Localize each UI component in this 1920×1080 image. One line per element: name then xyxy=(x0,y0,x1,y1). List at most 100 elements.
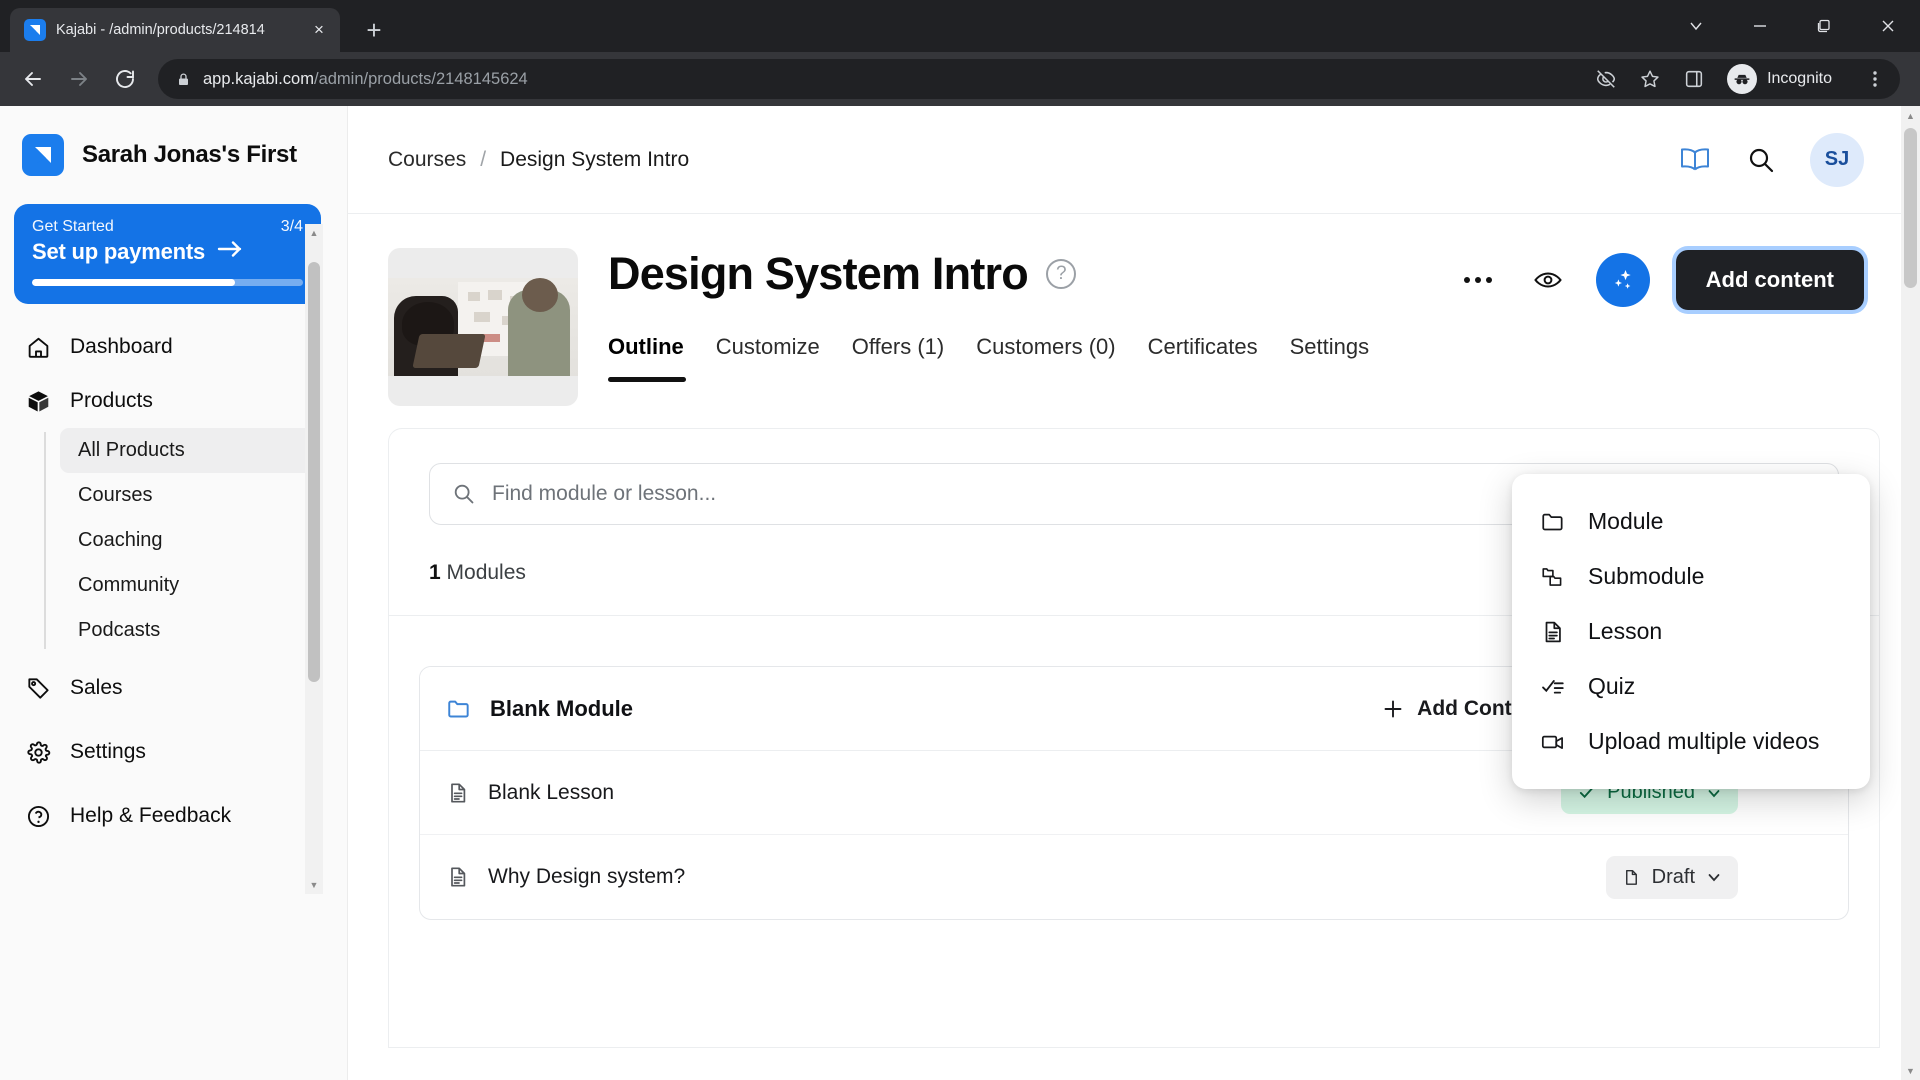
sidebar-item-podcasts[interactable]: Podcasts xyxy=(60,608,321,653)
sidebar-item-sales[interactable]: Sales xyxy=(0,661,347,715)
folder-icon xyxy=(1540,509,1566,535)
window-controls xyxy=(1664,0,1920,52)
sidebar-item-courses[interactable]: Courses xyxy=(60,473,321,518)
brand[interactable]: Sarah Jonas's First xyxy=(0,106,347,198)
sidebar-item-coaching[interactable]: Coaching xyxy=(60,518,321,563)
sidebar-item-settings[interactable]: Settings xyxy=(0,725,347,779)
sidebar-item-help-feedback[interactable]: Help & Feedback xyxy=(0,789,347,843)
lock-icon xyxy=(176,72,191,87)
url-text: app.kajabi.com/admin/products/2148145624 xyxy=(203,70,1577,89)
tab-outline[interactable]: Outline xyxy=(608,334,686,382)
course-thumbnail xyxy=(388,248,578,406)
sparkles-icon[interactable] xyxy=(1595,253,1650,307)
document-icon xyxy=(1540,619,1566,645)
home-icon xyxy=(24,333,52,361)
checklist-icon xyxy=(1540,674,1566,700)
main-content: Courses / Design System Intro SJ Design … xyxy=(348,106,1920,1080)
menu-item-upload-multiple-videos[interactable]: Upload multiple videos xyxy=(1512,714,1870,769)
sidebar-item-all-products[interactable]: All Products xyxy=(60,428,321,473)
menu-item-label: Upload multiple videos xyxy=(1588,728,1820,754)
incognito-profile-button[interactable]: Incognito xyxy=(1721,59,1848,99)
folder-icon xyxy=(446,696,472,722)
bookmark-star-icon[interactable] xyxy=(1633,62,1667,96)
scrollbar-thumb[interactable] xyxy=(308,262,320,682)
browser-tab[interactable]: Kajabi - /admin/products/214814 × xyxy=(10,8,340,52)
kajabi-logo-icon xyxy=(24,19,46,41)
reload-icon[interactable] xyxy=(104,58,146,100)
browser-window: Kajabi - /admin/products/214814 × + app.… xyxy=(0,0,1920,1080)
tab-strip: Kajabi - /admin/products/214814 × + xyxy=(0,0,1920,52)
search-placeholder: Find module or lesson... xyxy=(492,482,717,505)
sidebar-scrollbar[interactable]: ▲ ▼ xyxy=(305,224,323,894)
breadcrumb-parent[interactable]: Courses xyxy=(388,148,466,172)
close-window-icon[interactable] xyxy=(1856,0,1920,52)
sidebar-item-products[interactable]: Products xyxy=(0,374,347,428)
tag-icon xyxy=(24,674,52,702)
menu-item-submodule[interactable]: Submodule xyxy=(1512,549,1870,604)
ellipsis-icon[interactable] xyxy=(1456,258,1500,302)
scrollbar-thumb[interactable] xyxy=(1904,128,1917,288)
scroll-down-icon[interactable]: ▼ xyxy=(305,876,323,894)
product-title-text: Design System Intro xyxy=(608,248,1029,299)
browser-menu-icon[interactable] xyxy=(1858,62,1892,96)
chevron-down-icon[interactable] xyxy=(1664,0,1728,52)
close-icon[interactable]: × xyxy=(308,19,330,41)
forward-icon[interactable] xyxy=(58,58,100,100)
topbar-actions: SJ xyxy=(1678,132,1864,187)
product-header: Design System Intro ? Outline Customize … xyxy=(348,214,1920,406)
module-name: Blank Module xyxy=(490,695,634,721)
search-icon[interactable] xyxy=(1746,145,1776,175)
side-panel-icon[interactable] xyxy=(1677,62,1711,96)
tab-offers[interactable]: Offers (1) xyxy=(852,334,945,382)
hide-icon[interactable] xyxy=(1589,62,1623,96)
omnibox-actions: Incognito xyxy=(1589,59,1892,99)
box-icon xyxy=(24,387,52,415)
eye-icon[interactable] xyxy=(1526,258,1570,302)
lesson-name: Why Design system? xyxy=(488,865,686,888)
status-badge[interactable]: Draft xyxy=(1605,855,1738,899)
gear-icon xyxy=(24,738,52,766)
question-mark-icon[interactable]: ? xyxy=(1045,259,1076,289)
tab-certificates[interactable]: Certificates xyxy=(1148,334,1258,382)
scroll-up-icon[interactable]: ▲ xyxy=(305,224,323,242)
get-started-progress-text: 3/4 xyxy=(280,218,303,235)
question-circle-icon xyxy=(24,802,52,830)
scroll-down-icon[interactable]: ▼ xyxy=(1901,1061,1920,1080)
tab-customers[interactable]: Customers (0) xyxy=(976,334,1115,382)
new-tab-button[interactable]: + xyxy=(354,10,394,50)
tab-customize[interactable]: Customize xyxy=(716,334,820,382)
maximize-icon[interactable] xyxy=(1792,0,1856,52)
book-icon[interactable] xyxy=(1678,145,1712,175)
sidebar-item-community[interactable]: Community xyxy=(60,563,321,608)
document-icon xyxy=(446,781,470,805)
address-bar[interactable]: app.kajabi.com/admin/products/2148145624… xyxy=(158,59,1900,99)
sidebar: Sarah Jonas's First Get Started 3/4 Set … xyxy=(0,106,348,1080)
menu-item-quiz[interactable]: Quiz xyxy=(1512,659,1870,714)
add-content-button[interactable]: Add content xyxy=(1675,250,1864,310)
back-icon[interactable] xyxy=(12,58,54,100)
sidebar-item-dashboard[interactable]: Dashboard xyxy=(0,320,347,374)
page-scrollbar[interactable]: ▲ ▼ xyxy=(1901,106,1920,1080)
avatar[interactable]: SJ xyxy=(1810,132,1864,187)
tab-settings[interactable]: Settings xyxy=(1290,334,1370,382)
document-icon xyxy=(446,865,470,889)
url-domain: app.kajabi.com xyxy=(203,69,314,88)
sidebar-item-label: Sales xyxy=(70,676,123,699)
sidebar-item-label: Help & Feedback xyxy=(70,804,232,827)
product-tabs: Outline Customize Offers (1) Customers (… xyxy=(608,334,1880,382)
menu-item-label: Module xyxy=(1588,508,1664,534)
add-content-menu: Module Submodule Lesson Quiz Upload mult… xyxy=(1512,474,1870,789)
get-started-card[interactable]: Get Started 3/4 Set up payments xyxy=(14,204,321,304)
arrow-right-icon xyxy=(217,239,243,265)
draft-document-icon xyxy=(1622,868,1641,887)
product-header-actions: Add content xyxy=(1456,250,1864,310)
menu-item-module[interactable]: Module xyxy=(1512,494,1870,549)
menu-item-lesson[interactable]: Lesson xyxy=(1512,604,1870,659)
menu-item-label: Submodule xyxy=(1588,563,1705,589)
scroll-up-icon[interactable]: ▲ xyxy=(1901,106,1920,125)
sidebar-nav: Dashboard Products All Products Courses … xyxy=(0,314,347,843)
menu-item-label: Quiz xyxy=(1588,673,1636,699)
table-row[interactable]: Why Design system? Draft xyxy=(420,835,1848,919)
breadcrumb: Courses / Design System Intro xyxy=(388,148,689,172)
minimize-icon[interactable] xyxy=(1728,0,1792,52)
